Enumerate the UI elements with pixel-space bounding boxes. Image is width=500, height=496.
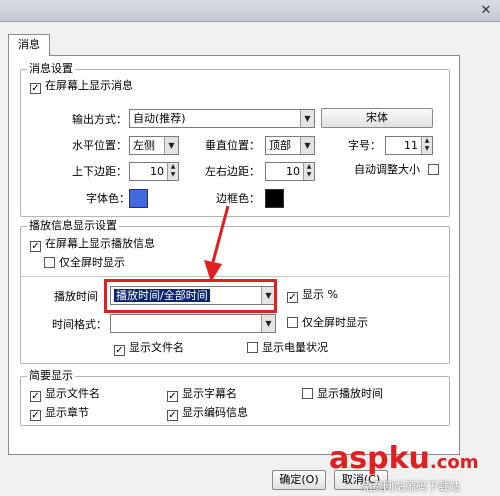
chevron-down-icon[interactable]: ▼ (261, 315, 275, 332)
play-time-select[interactable]: 播放时间/全部时间 ▼ (110, 286, 276, 305)
checkbox-box[interactable]: ✓ (30, 241, 41, 252)
show-percent-checkbox[interactable]: ✓ 显示 % (287, 288, 338, 303)
checkbox-box[interactable] (44, 257, 55, 268)
output-mode-label: 输出方式： (72, 113, 127, 126)
chevron-down-icon[interactable]: ▼ (164, 137, 178, 154)
title-bar: ✕ (0, 0, 500, 22)
checkbox-box[interactable]: ✓ (30, 391, 41, 402)
chevron-down-icon[interactable]: ▼ (300, 137, 314, 154)
time-format-label: 时间格式： (52, 318, 107, 331)
checkbox-box[interactable] (287, 317, 298, 328)
spin-arrows-icon[interactable]: ▲ ▼ (421, 137, 432, 154)
chevron-down-icon[interactable]: ▼ (261, 287, 275, 304)
fullscreen-only-2-checkbox[interactable]: 仅全屏时显示 (287, 316, 368, 330)
watermark-logo: aspku.com 免费网站源码下载站 (329, 441, 479, 494)
v-margin-label: 上下边距： (72, 165, 127, 178)
checkbox-box[interactable] (302, 388, 313, 399)
h-margin-spinner[interactable]: 10 ▲ ▼ (265, 162, 315, 181)
font-size-label: 字号： (348, 139, 381, 152)
font-color-label: 字体色： (86, 192, 130, 205)
brief-show-chapter-checkbox[interactable]: ✓ 显示章节 (30, 406, 89, 421)
font-color-swatch[interactable] (129, 189, 148, 208)
checkbox-box[interactable]: ✓ (287, 292, 298, 303)
brief-show-playtime-checkbox[interactable]: 显示播放时间 (302, 387, 383, 401)
checkbox-box[interactable] (427, 164, 439, 175)
h-position-select[interactable]: 左侧 ▼ (129, 136, 179, 155)
play-time-label: 播放时间 (54, 290, 98, 303)
v-position-select[interactable]: 顶部 ▼ (265, 136, 315, 155)
checkbox-box[interactable] (247, 342, 258, 353)
fullscreen-only-checkbox[interactable]: 仅全屏时显示 (44, 256, 125, 270)
font-size-spinner[interactable]: 11 ▲ ▼ (385, 136, 433, 155)
h-position-label: 水平位置： (72, 139, 127, 152)
spin-arrows-icon[interactable]: ▲ ▼ (303, 163, 314, 180)
h-margin-label: 左右边距： (205, 165, 260, 178)
playback-info-title: 播放信息显示设置 (27, 219, 119, 233)
v-position-label: 垂直位置： (205, 139, 260, 152)
brief-show-subtitle-checkbox[interactable]: ✓ 显示字幕名 (167, 387, 237, 402)
checkbox-box[interactable]: ✓ (167, 391, 178, 402)
v-margin-spinner[interactable]: 10 ▲ ▼ (129, 162, 179, 181)
show-filename-checkbox[interactable]: ✓ 显示文件名 (114, 341, 184, 356)
message-settings-title: 消息设置 (27, 62, 75, 76)
settings-dialog: ✕ 消息 消息设置 ✓ 在屏幕上显示消息 输出方式： 自动(推荐) ▼ 宋体 水平… (0, 0, 500, 496)
show-battery-checkbox[interactable]: 显示电量状况 (247, 341, 328, 355)
checkbox-box[interactable]: ✓ (114, 345, 125, 356)
brief-show-codec-checkbox[interactable]: ✓ 显示编码信息 (167, 406, 248, 421)
brief-display-title: 简要显示 (27, 369, 75, 383)
auto-size-checkbox[interactable]: 自动调整大小 (354, 163, 443, 177)
brief-show-filename-checkbox[interactable]: ✓ 显示文件名 (30, 387, 100, 402)
output-mode-select[interactable]: 自动(推荐) ▼ (129, 109, 315, 128)
show-playback-info-checkbox[interactable]: ✓ 在屏幕上显示播放信息 (30, 237, 155, 252)
close-icon[interactable]: ✕ (478, 3, 494, 18)
spin-arrows-icon[interactable]: ▲ ▼ (167, 163, 178, 180)
ok-button[interactable]: 确定(O) (272, 470, 326, 490)
checkbox-box[interactable]: ✓ (30, 83, 41, 94)
chevron-down-icon[interactable]: ▼ (300, 110, 314, 127)
show-message-checkbox[interactable]: ✓ 在屏幕上显示消息 (30, 79, 133, 94)
divider (21, 276, 449, 277)
border-color-swatch[interactable] (265, 189, 284, 208)
checkbox-box[interactable]: ✓ (30, 410, 41, 421)
font-button[interactable]: 宋体 (321, 108, 433, 128)
time-format-select[interactable]: ▼ (110, 314, 276, 333)
checkbox-box[interactable]: ✓ (167, 410, 178, 421)
border-color-label: 边框色： (216, 192, 260, 205)
tab-message[interactable]: 消息 (8, 34, 50, 56)
